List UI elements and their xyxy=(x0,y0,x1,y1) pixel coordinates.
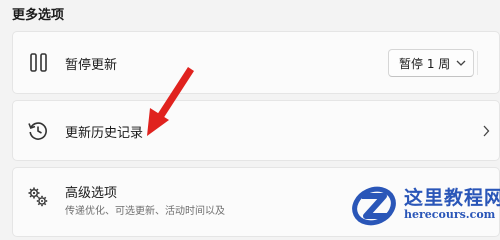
pause-icon xyxy=(30,53,47,72)
watermark-title: 这里教程网 xyxy=(404,187,500,209)
pause-updates-card: 暂停更新 暂停 1 周 xyxy=(12,31,500,94)
advanced-options-description: 传递优化、可选更新、活动时间以及 xyxy=(65,206,225,217)
advanced-options-label: 高级选项 xyxy=(65,186,118,201)
section-title: 更多选项 xyxy=(12,8,65,23)
watermark: 这里教程网 herecours.com xyxy=(348,182,500,228)
history-icon xyxy=(28,122,47,140)
update-history-label: 更新历史记录 xyxy=(65,126,144,141)
pause-duration-dropdown[interactable]: 暂停 1 周 xyxy=(388,49,474,77)
chevron-down-icon xyxy=(456,60,466,66)
chevron-right-icon xyxy=(483,125,490,137)
watermark-logo-icon xyxy=(352,186,396,226)
pause-updates-label: 暂停更新 xyxy=(65,58,118,73)
gears-icon xyxy=(28,187,48,207)
divider xyxy=(477,51,478,75)
pause-duration-value: 暂停 1 周 xyxy=(399,57,451,71)
watermark-url: herecours.com xyxy=(404,208,496,221)
update-history-card[interactable]: 更新历史记录 xyxy=(12,100,500,161)
